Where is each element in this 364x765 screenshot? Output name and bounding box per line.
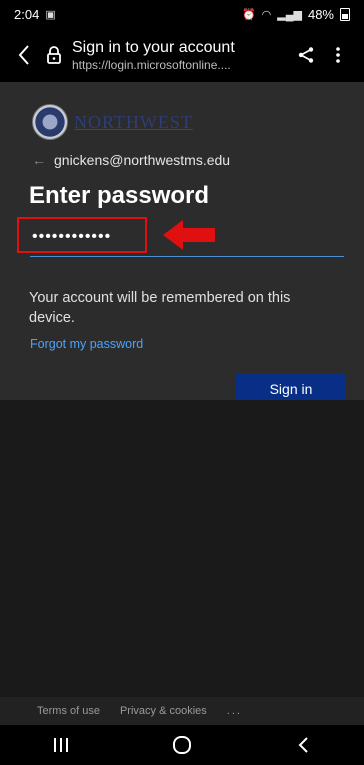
system-nav-bar [0,725,364,765]
page-footer: Terms of use Privacy & cookies ... [0,697,364,725]
battery-percent: 48% [307,6,334,22]
home-icon [172,736,191,754]
back-button[interactable] [10,41,38,69]
wifi-icon: ◠ [261,8,272,21]
home-button[interactable] [162,725,202,765]
footer-more-button[interactable]: ... [227,705,242,717]
battery-icon [340,7,350,21]
status-left: 2:04 ▣ [14,7,56,22]
page-title-block[interactable]: Sign in to your account https://login.mi… [72,38,290,72]
image-notification-icon: ▣ [45,8,56,21]
org-logo: NORTHWEST [32,104,193,140]
browser-toolbar: Sign in to your account https://login.mi… [0,28,364,82]
lock-icon[interactable] [40,41,68,69]
recent-apps-button[interactable] [41,725,81,765]
status-right: ⏰ ◠ ▂▄▆ 48% [242,7,350,22]
more-options-button[interactable] [322,39,354,71]
terms-of-use-link[interactable]: Terms of use [37,705,100,717]
login-panel: NORTHWEST ← gnickens@northwestms.edu Ent… [0,82,364,404]
annotation-arrow-icon [163,220,215,250]
back-arrow-icon[interactable]: ← [32,152,46,168]
school-seal-logo [32,104,68,140]
privacy-cookies-link[interactable]: Privacy & cookies [120,705,207,717]
annotation-highlight-box [17,217,147,253]
page-url: https://login.microsoftonline.... [72,58,231,72]
page-title: Sign in to your account [72,39,235,56]
chevron-left-icon [18,45,29,65]
forgot-password-link[interactable]: Forgot my password [30,337,143,351]
back-chevron-icon [298,737,309,753]
alarm-icon: ⏰ [241,8,256,21]
page-heading: Enter password [29,182,210,209]
page-blank-area [0,400,364,697]
org-logo-text: NORTHWEST [74,111,193,132]
kebab-menu-icon [336,47,340,63]
share-icon [298,47,314,63]
account-email: gnickens@northwestms.edu [54,152,231,168]
share-button[interactable] [290,39,322,71]
status-bar: 2:04 ▣ ⏰ ◠ ▂▄▆ 48% [0,0,364,28]
remember-device-text: Your account will be remembered on this … [29,290,291,326]
account-row[interactable]: ← gnickens@northwestms.edu [32,152,230,168]
recent-apps-icon [53,738,68,752]
status-time: 2:04 [14,6,40,22]
signal-icon: ▂▄▆ [277,8,302,21]
system-back-button[interactable] [283,725,323,765]
